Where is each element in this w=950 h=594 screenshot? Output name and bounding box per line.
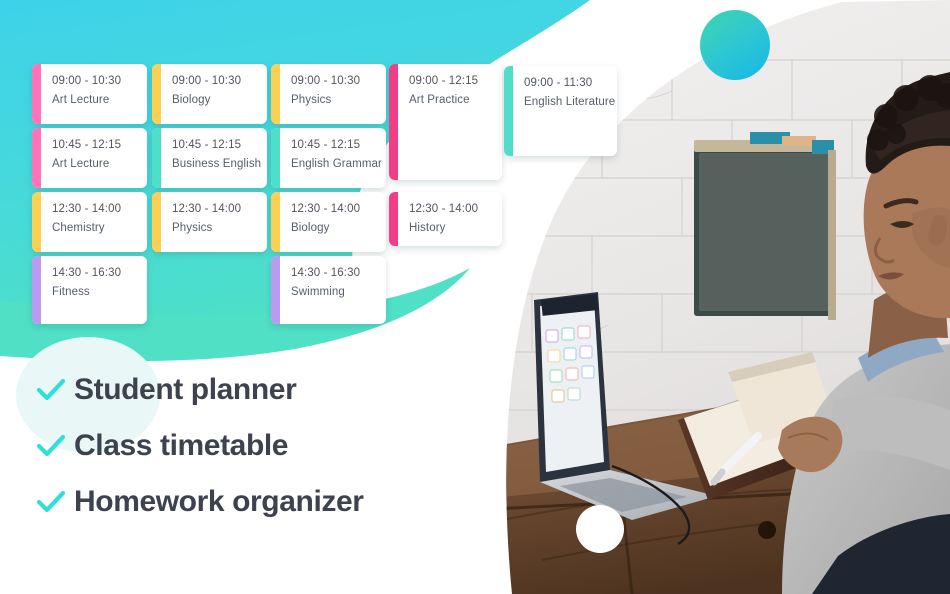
card-color-bar [271,128,280,188]
card-color-bar [152,64,161,124]
card-subject: History [409,222,446,234]
card-time: 12:30 - 14:00 [291,203,361,215]
card-subject: Fitness [52,286,90,298]
card-body: 09:00 - 10:30 Biology [161,64,267,124]
timetable-card[interactable]: 12:30 - 14:00 Physics [152,192,267,252]
card-body: 12:30 - 14:00 Physics [161,192,267,252]
card-time: 09:00 - 10:30 [52,75,122,87]
card-color-bar [271,64,280,124]
timetable-card[interactable]: 12:30 - 14:00 History [389,192,502,246]
card-time: 09:00 - 10:30 [172,75,242,87]
card-body: 12:30 - 14:00 History [398,192,502,246]
card-color-bar [32,256,41,324]
card-time: 12:30 - 14:00 [52,203,122,215]
card-subject: Biology [172,94,211,106]
timetable-card[interactable]: 09:00 - 12:15 Art Practice [389,64,502,180]
check-icon [28,489,74,515]
card-subject: Business English [172,158,262,170]
card-subject: Art Practice [409,94,470,106]
feature-item: Class timetable [28,418,498,474]
card-body: 09:00 - 11:30 English Literature [513,66,617,156]
feature-list: Student planner Class timetable Homework o… [28,362,498,530]
card-body: 10:45 - 12:15 English Grammar [280,128,386,188]
timetable-card[interactable]: 09:00 - 10:30 Biology [152,64,267,124]
promo-banner: 09:00 - 10:30 Art Lecture 10:45 - 12:15 Art… [0,0,950,594]
card-color-bar [32,192,41,252]
card-time: 12:30 - 14:00 [409,203,479,215]
card-color-bar [32,128,41,188]
card-subject: Physics [291,94,332,106]
card-subject: English Grammar [291,158,382,170]
feature-label: Homework organizer [74,485,364,518]
card-color-bar [152,192,161,252]
card-subject: Physics [172,222,213,234]
feature-item: Homework organizer [28,474,498,530]
card-color-bar [389,192,398,246]
card-time: 09:00 - 12:15 [409,75,479,87]
card-subject: Biology [291,222,330,234]
card-body: 12:30 - 14:00 Chemistry [41,192,147,252]
timetable-card[interactable]: 10:45 - 12:15 English Grammar [271,128,386,188]
card-time: 10:45 - 12:15 [172,139,242,151]
timetable-grid: 09:00 - 10:30 Art Lecture 10:45 - 12:15 Art… [0,0,640,340]
timetable-card[interactable]: 12:30 - 14:00 Chemistry [32,192,147,252]
feature-item: Student planner [28,362,498,418]
timetable-card[interactable]: 09:00 - 10:30 Physics [271,64,386,124]
check-icon [28,377,74,403]
card-body: 09:00 - 10:30 Physics [280,64,386,124]
timetable-card[interactable]: 14:30 - 16:30 Swimming [271,256,386,324]
card-time: 14:30 - 16:30 [291,267,361,279]
gradient-circle-decoration [700,10,770,80]
card-body: 14:30 - 16:30 Fitness [41,256,147,324]
white-circle-decoration [576,505,624,553]
card-body: 10:45 - 12:15 Business English [161,128,267,188]
card-color-bar [504,66,513,156]
card-body: 14:30 - 16:30 Swimming [280,256,386,324]
timetable-card[interactable]: 10:45 - 12:15 Business English [152,128,267,188]
card-subject: English Literature [524,96,616,108]
card-color-bar [32,64,41,124]
card-subject: Art Lecture [52,94,110,106]
card-body: 12:30 - 14:00 Biology [280,192,386,252]
feature-label: Class timetable [74,429,289,462]
card-body: 10:45 - 12:15 Art Lecture [41,128,147,188]
card-time: 12:30 - 14:00 [172,203,242,215]
card-color-bar [389,64,398,180]
card-time: 10:45 - 12:15 [52,139,122,151]
card-color-bar [271,256,280,324]
card-time: 14:30 - 16:30 [52,267,122,279]
check-icon [28,433,74,459]
timetable-card[interactable]: 14:30 - 16:30 Fitness [32,256,147,324]
card-time: 09:00 - 11:30 [524,77,593,89]
card-color-bar [271,192,280,252]
card-time: 09:00 - 10:30 [291,75,361,87]
card-subject: Art Lecture [52,158,110,170]
timetable-card[interactable]: 12:30 - 14:00 Biology [271,192,386,252]
card-body: 09:00 - 10:30 Art Lecture [41,64,147,124]
card-body: 09:00 - 12:15 Art Practice [398,64,502,180]
card-time: 10:45 - 12:15 [291,139,361,151]
timetable-card[interactable]: 09:00 - 11:30 English Literature [504,66,617,156]
feature-label: Student planner [74,373,297,406]
timetable-card[interactable]: 10:45 - 12:15 Art Lecture [32,128,147,188]
card-subject: Chemistry [52,222,105,234]
timetable-card[interactable]: 09:00 - 10:30 Art Lecture [32,64,147,124]
card-color-bar [152,128,161,188]
card-subject: Swimming [291,286,345,298]
